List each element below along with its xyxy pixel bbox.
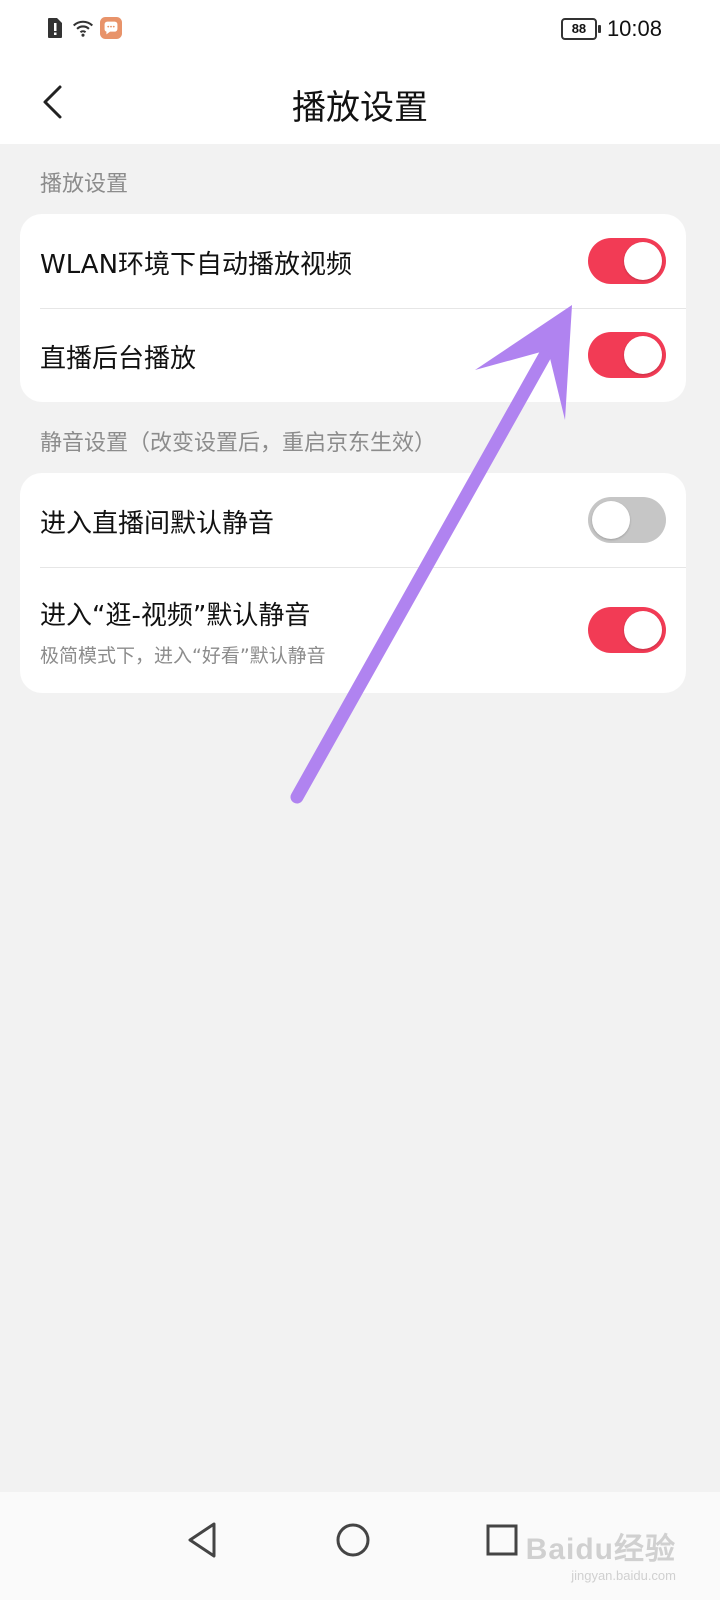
wlan-autoplay-toggle[interactable]: [588, 238, 666, 284]
nav-home-button[interactable]: [323, 1510, 383, 1570]
setting-label: 进入直播间默认静音: [40, 509, 275, 539]
setting-label: WLAN环境下自动播放视频: [40, 250, 353, 280]
app-header: 播放设置: [0, 62, 720, 144]
setting-label: 进入“逛-视频”默认静音: [40, 601, 311, 631]
status-bar: 88 10:08: [0, 0, 720, 62]
setting-row-live-background: 直播后台播放: [20, 308, 686, 402]
toggle-knob: [624, 611, 662, 649]
message-app-icon: [100, 16, 122, 40]
setting-label: 直播后台播放: [40, 344, 197, 374]
watermark-brand: Baidu经验: [525, 1533, 676, 1566]
section-label-playback: 播放设置: [40, 172, 129, 197]
setting-row-wlan-autoplay: WLAN环境下自动播放视频: [20, 214, 686, 308]
status-right: 88 10:08: [560, 16, 662, 42]
live-background-toggle[interactable]: [588, 332, 666, 378]
toggle-knob: [624, 336, 662, 374]
section-label-mute: 静音设置（改变设置后，重启京东生效）: [40, 431, 437, 456]
back-triangle-icon: [188, 1522, 216, 1558]
alert-sim-icon: [44, 16, 66, 40]
setting-row-live-mute: 进入直播间默认静音: [20, 473, 686, 567]
battery-indicator: 88: [560, 18, 601, 40]
system-nav-bar: Baidu经验 jingyan.baidu.com: [0, 1492, 720, 1600]
status-icons: [44, 16, 122, 40]
video-mute-toggle[interactable]: [588, 607, 666, 653]
nav-recents-button[interactable]: [472, 1510, 532, 1570]
live-mute-toggle[interactable]: [588, 497, 666, 543]
setting-sublabel: 极简模式下，进入“好看”默认静音: [40, 645, 326, 667]
status-time: 10:08: [606, 16, 662, 41]
toggle-knob: [624, 242, 662, 280]
toggle-knob: [592, 501, 630, 539]
wifi-icon: [72, 16, 94, 40]
nav-back-button[interactable]: [172, 1510, 232, 1570]
setting-row-video-mute: 进入“逛-视频”默认静音 极简模式下，进入“好看”默认静音: [20, 567, 686, 693]
mute-settings-card: 进入直播间默认静音 进入“逛-视频”默认静音 极简模式下，进入“好看”默认静音: [20, 473, 686, 693]
page-title: 播放设置: [292, 88, 428, 128]
playback-settings-card: WLAN环境下自动播放视频 直播后台播放: [20, 214, 686, 402]
baidu-watermark: Baidu经验 jingyan.baidu.com: [525, 1533, 676, 1583]
recents-square-icon: [486, 1524, 518, 1556]
watermark-url: jingyan.baidu.com: [571, 1568, 676, 1583]
home-circle-icon: [336, 1523, 370, 1557]
